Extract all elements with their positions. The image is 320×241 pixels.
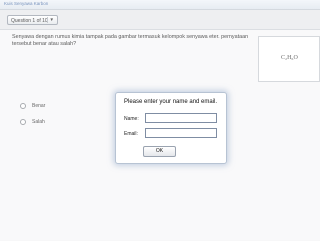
email-input[interactable]	[145, 128, 217, 138]
name-input[interactable]	[145, 113, 217, 123]
ok-button[interactable]: OK	[143, 146, 176, 157]
dialog-title: Please enter your name and email.	[124, 99, 218, 105]
name-email-dialog: Please enter your name and email. Name: …	[115, 92, 227, 164]
name-label: Name:	[124, 116, 139, 122]
email-label: Email:	[124, 131, 138, 137]
